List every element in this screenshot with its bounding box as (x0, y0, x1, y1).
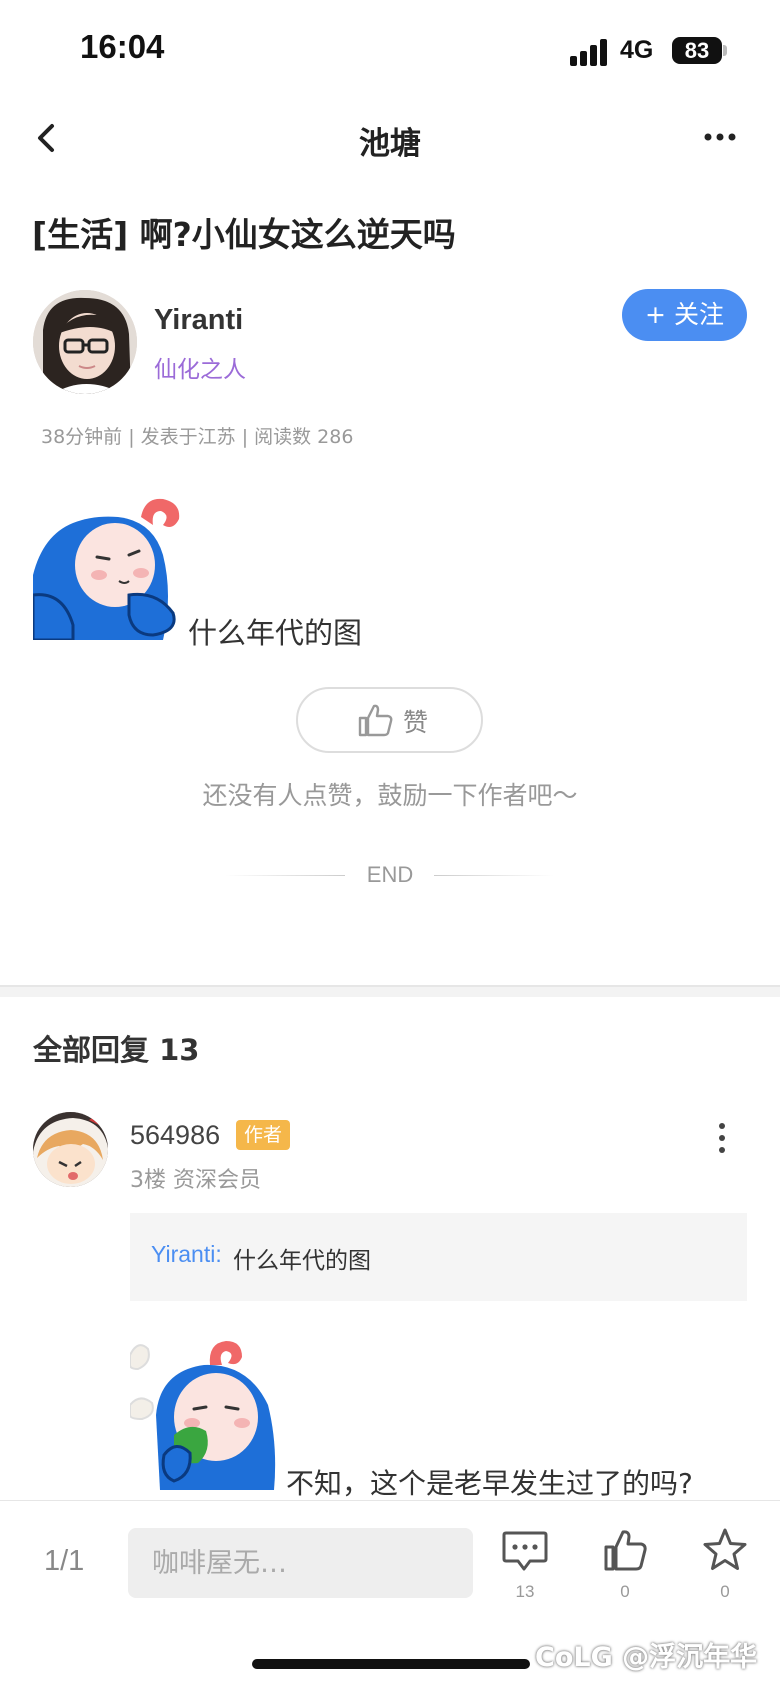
follow-button[interactable]: + 关注 (622, 289, 747, 341)
quoted-reply (130, 1213, 747, 1301)
quoted-author[interactable]: Yiranti: (151, 1241, 222, 1268)
comment-icon[interactable] (502, 1527, 548, 1573)
author-name[interactable]: Yiranti (154, 304, 243, 337)
comment-count: 13 (515, 1582, 535, 1601)
page-title: 池塘 (359, 126, 421, 162)
comment-text: 不知，这个是老早发生过了的吗? (286, 1467, 693, 1500)
end-marker: END (366, 862, 414, 887)
thumbs-up-icon (358, 704, 393, 737)
thumbs-up-icon[interactable] (602, 1527, 648, 1573)
comment-avatar[interactable] (33, 1112, 108, 1187)
comment-sticker-image (130, 1341, 276, 1490)
replies-heading: 全部回复 13 (33, 1033, 200, 1067)
watermark: CoLG @浮沉年华 (535, 1642, 758, 1673)
comment-more-icon[interactable] (712, 1120, 732, 1156)
star-icon[interactable] (702, 1527, 748, 1573)
status-time: 16:04 (80, 28, 165, 65)
section-divider (0, 985, 780, 997)
like-prompt: 还没有人点赞，鼓励一下作者吧～ (202, 781, 578, 810)
quoted-text: 什么年代的图 (233, 1248, 371, 1274)
author-title: 仙化之人 (154, 357, 246, 383)
comment-username[interactable]: 564986 (130, 1120, 220, 1151)
comment-meta: 3楼 资深会员 (130, 1168, 261, 1193)
like-label: 赞 (403, 708, 429, 737)
home-indicator[interactable] (252, 1659, 530, 1669)
more-icon[interactable] (700, 122, 740, 152)
battery-nub (723, 45, 727, 56)
reply-input[interactable] (128, 1528, 473, 1598)
like-count: 0 (620, 1582, 630, 1601)
post-title: [生活] 啊?小仙女这么逆天吗 (32, 215, 456, 254)
battery-icon: 83 (672, 37, 722, 64)
author-badge: 作者 (236, 1120, 291, 1150)
back-icon[interactable] (30, 118, 66, 158)
post-meta: 38分钟前 | 发表于江苏 | 阅读数 286 (41, 426, 354, 448)
page-indicator[interactable]: 1/1 (44, 1545, 84, 1578)
avatar[interactable] (33, 290, 137, 394)
signal-icon (570, 38, 610, 66)
network-type: 4G (620, 36, 654, 64)
post-text: 什么年代的图 (188, 616, 363, 650)
sticker-image (33, 498, 180, 640)
end-divider-right (434, 875, 554, 876)
favorite-count: 0 (720, 1582, 730, 1601)
